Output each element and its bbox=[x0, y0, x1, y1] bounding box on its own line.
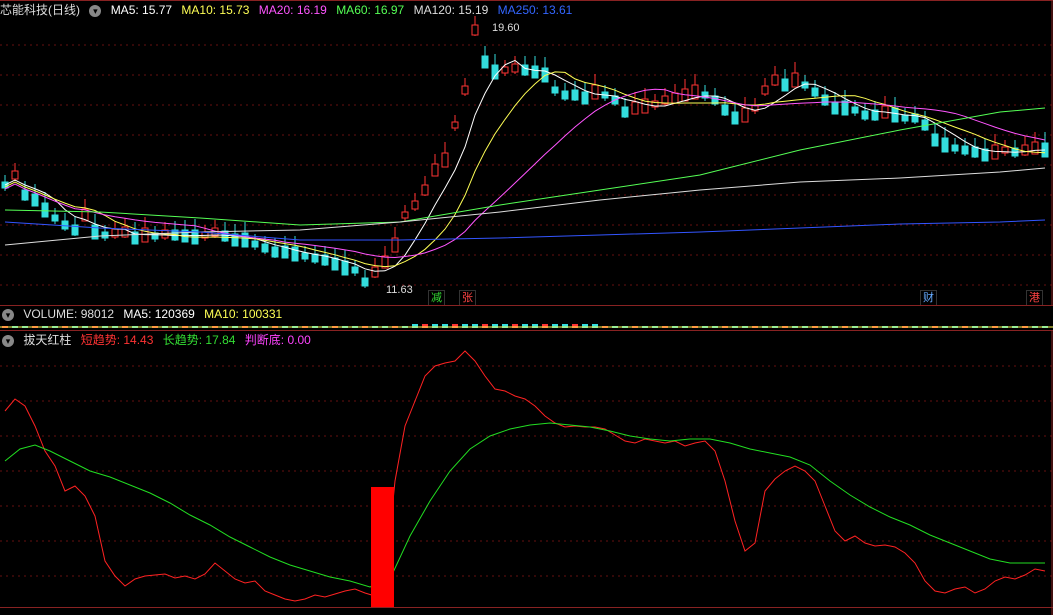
candle-body bbox=[861, 110, 869, 120]
ma60-line bbox=[4, 107, 1046, 226]
candle-body bbox=[891, 107, 899, 123]
volume-header: ▾ VOLUME: 98012 MA5: 120369 MA10: 100331 bbox=[0, 305, 288, 323]
candle-body bbox=[811, 87, 819, 97]
candle-body bbox=[251, 240, 259, 248]
volume-ma5: MA5: 120369 bbox=[123, 307, 195, 321]
ma250-label: MA250: 13.61 bbox=[497, 3, 573, 17]
candle-body bbox=[511, 63, 519, 73]
candle-body bbox=[971, 146, 979, 158]
candle-body bbox=[941, 137, 949, 153]
candle-body bbox=[981, 148, 989, 162]
candle-body bbox=[11, 170, 19, 180]
candle-body bbox=[441, 152, 449, 168]
candle-body bbox=[531, 65, 539, 79]
candle-body bbox=[581, 91, 589, 105]
candle-body bbox=[841, 100, 849, 116]
candle-body bbox=[901, 114, 909, 122]
short-trend-line bbox=[4, 350, 1046, 602]
toggle-icon[interactable]: ▾ bbox=[89, 4, 102, 17]
candle-body bbox=[361, 277, 369, 287]
candle-body bbox=[461, 85, 469, 95]
kline-header: 芯能科技(日线) ▾ MA5: 15.77 MA10: 15.73 MA20: … bbox=[0, 1, 578, 19]
candle-body bbox=[341, 260, 349, 276]
long-trend-line bbox=[4, 422, 1045, 588]
candle-body bbox=[591, 84, 599, 100]
indicator-panel[interactable]: ▾ 拔天红柱 短趋势: 14.43 长趋势: 17.84 判断底: 0.00 bbox=[0, 331, 1053, 615]
ma20-label: MA20: 16.19 bbox=[258, 3, 327, 17]
ma10-label: MA10: 15.73 bbox=[181, 3, 250, 17]
candle-body bbox=[721, 104, 729, 116]
short-trend-label: 短趋势: 14.43 bbox=[80, 333, 154, 347]
candle-body bbox=[951, 144, 959, 152]
candle-body bbox=[741, 107, 749, 123]
candle-body bbox=[471, 24, 479, 36]
candle-body bbox=[411, 200, 419, 210]
ma5-label: MA5: 15.77 bbox=[110, 3, 173, 17]
red-bottom-bar bbox=[371, 487, 394, 607]
indicator-chart[interactable] bbox=[0, 331, 1053, 615]
candle-body bbox=[271, 246, 279, 258]
event-tag-hk[interactable]: 港 bbox=[1026, 290, 1043, 306]
candle-body bbox=[571, 89, 579, 101]
candle-body bbox=[931, 133, 939, 147]
candle-body bbox=[451, 121, 459, 129]
candle-body bbox=[481, 55, 489, 69]
candle-body bbox=[301, 252, 309, 260]
candle-body bbox=[731, 111, 739, 125]
candle-body bbox=[691, 84, 699, 100]
volume-ma10: MA10: 100331 bbox=[204, 307, 283, 321]
candle-body bbox=[821, 94, 829, 106]
candle-body bbox=[51, 214, 59, 222]
event-tag-finance[interactable]: 财 bbox=[920, 290, 937, 306]
candle-body bbox=[621, 106, 629, 118]
candle-body bbox=[761, 85, 769, 95]
candle-body bbox=[261, 243, 269, 253]
candle-body bbox=[671, 92, 679, 104]
bottom-judge-label: 判断底: 0.00 bbox=[244, 333, 311, 347]
candle-body bbox=[21, 189, 29, 201]
long-trend-label: 长趋势: 17.84 bbox=[162, 333, 236, 347]
candle-body bbox=[61, 220, 69, 230]
ma5-line bbox=[4, 59, 1046, 272]
candle-body bbox=[551, 86, 559, 94]
candle-body bbox=[31, 193, 39, 207]
ma20-line bbox=[4, 88, 1046, 259]
indicator-name: 拔天红柱 bbox=[23, 333, 72, 347]
candle-body bbox=[351, 266, 359, 274]
candle-body bbox=[631, 101, 639, 115]
candle-body bbox=[331, 257, 339, 271]
candle-body bbox=[1021, 144, 1029, 156]
candle-body bbox=[501, 66, 509, 74]
candle-body bbox=[771, 74, 779, 86]
high-price-label: 19.60 bbox=[492, 22, 520, 34]
candle-body bbox=[371, 266, 379, 278]
toggle-icon[interactable]: ▾ bbox=[2, 308, 14, 321]
candle-body bbox=[831, 101, 839, 115]
ma120-line bbox=[4, 167, 1046, 246]
candle-body bbox=[781, 78, 789, 92]
candle-body bbox=[991, 144, 999, 160]
candle-body bbox=[401, 211, 409, 219]
candle-body bbox=[851, 106, 859, 114]
candle-body bbox=[491, 64, 499, 80]
candle-body bbox=[431, 163, 439, 177]
candle-body bbox=[101, 231, 109, 239]
volume-value: VOLUME: 98012 bbox=[23, 307, 115, 321]
candle-body bbox=[561, 90, 569, 100]
kline-chart[interactable] bbox=[0, 0, 1053, 305]
candle-body bbox=[961, 145, 969, 155]
event-tag-rise[interactable]: 张 bbox=[459, 290, 476, 306]
event-tag-reduce[interactable]: 减 bbox=[428, 290, 445, 306]
ma60-label: MA60: 16.97 bbox=[336, 3, 405, 17]
candle-body bbox=[41, 202, 49, 218]
kline-panel[interactable]: 芯能科技(日线) ▾ MA5: 15.77 MA10: 15.73 MA20: … bbox=[0, 0, 1053, 306]
stock-title: 芯能科技(日线) bbox=[0, 3, 80, 17]
candle-body bbox=[421, 184, 429, 196]
ma120-label: MA120: 15.19 bbox=[413, 3, 489, 17]
indicator-header: ▾ 拔天红柱 短趋势: 14.43 长趋势: 17.84 判断底: 0.00 bbox=[0, 331, 317, 349]
candle-body bbox=[791, 72, 799, 88]
volume-panel[interactable]: ▾ VOLUME: 98012 MA5: 120369 MA10: 100331 bbox=[0, 305, 1053, 331]
toggle-icon[interactable]: ▾ bbox=[2, 334, 14, 347]
low-price-label: 11.63 bbox=[386, 284, 413, 296]
